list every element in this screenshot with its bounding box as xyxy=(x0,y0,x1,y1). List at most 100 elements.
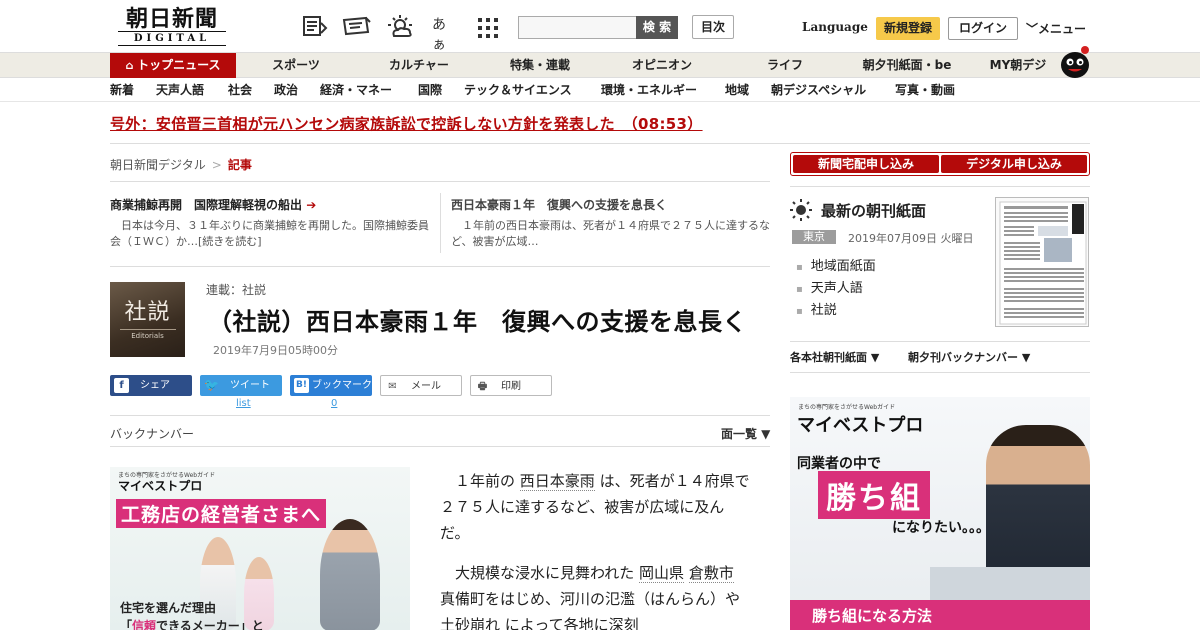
related-article-1[interactable]: 商業捕鯨再開 国際理解軽視の船出 ➔ 日本は今月、３１年ぶりに商業捕鯨を再開した… xyxy=(110,196,430,250)
toc-button[interactable]: 目次 xyxy=(692,15,734,39)
thumb-en: Editorials xyxy=(119,329,176,340)
ad-person-image xyxy=(320,519,380,630)
mail-icon: ✉ xyxy=(388,381,397,392)
news-list-icon[interactable] xyxy=(302,14,328,38)
twitter-share-button[interactable]: 🐦 ツイート xyxy=(200,375,282,396)
term-link[interactable]: 西日本豪雨 xyxy=(519,472,595,491)
subnav-photo-video[interactable]: 写真・動画 xyxy=(895,78,955,102)
breadcrumb-current: 記事 xyxy=(227,158,252,172)
sub-nav: 新着 天声人語 社会 政治 経済・マネー 国際 テック＆サイエンス 環境・エネル… xyxy=(0,78,1200,102)
print-button[interactable]: 🖶 印刷 xyxy=(470,375,552,396)
hatena-count[interactable]: 0 xyxy=(331,398,337,409)
nav-my-asadigi[interactable]: MY朝デジ xyxy=(978,53,1058,79)
paper-link-editorial[interactable]: ▪ 社説 xyxy=(796,299,837,318)
divider xyxy=(110,181,770,182)
divider xyxy=(110,266,770,267)
subnav-environment[interactable]: 環境・エネルギー xyxy=(601,78,697,102)
share-label: ブックマーク xyxy=(312,380,372,391)
breaking-news-link[interactable]: 号外：安倍晋三首相が元ハンセン病家族訴訟で控訴しない方針を発表した （08:53… xyxy=(110,113,703,134)
ad-text-line: になりたい。。。 xyxy=(892,520,990,536)
site-logo[interactable]: 朝日新聞 DIGITAL xyxy=(118,8,226,46)
main-nav: ⌂ トップニュース スポーツ カルチャー 特集・連載 オピニオン ライフ 朝夕刊… xyxy=(0,52,1200,79)
ad-desk-image xyxy=(930,567,1090,600)
series-label[interactable]: 連載：社説 xyxy=(206,281,266,298)
latest-paper-title[interactable]: 最新の朝刊紙面 xyxy=(821,200,926,221)
digital-subscribe-button[interactable]: デジタル申し込み xyxy=(941,155,1087,173)
subnav-region[interactable]: 地域 xyxy=(725,78,749,102)
paper-link-tenseijingo[interactable]: ▪ 天声人語 xyxy=(796,277,863,296)
print-icon: 🖶 xyxy=(477,381,488,392)
nav-top-news[interactable]: ⌂ トップニュース xyxy=(110,53,236,79)
nav-paper-be[interactable]: 朝夕刊紙面・be xyxy=(848,53,966,79)
hatena-bookmark-button[interactable]: B! ブックマーク xyxy=(290,375,372,396)
term-link[interactable]: 岡山県 xyxy=(639,564,685,583)
login-button[interactable]: ログイン xyxy=(948,17,1018,40)
subnav-new[interactable]: 新着 xyxy=(110,78,134,102)
divider xyxy=(110,143,1090,144)
backnumber-link[interactable]: バックナンバー xyxy=(110,425,194,442)
mail-button[interactable]: ✉ メール xyxy=(380,375,462,396)
register-button[interactable]: 新規登録 xyxy=(876,17,940,40)
grid-menu-icon[interactable] xyxy=(477,16,499,40)
chevron-down-icon: ﹀ xyxy=(1026,22,1039,36)
share-label: シェア xyxy=(140,380,170,391)
breadcrumb: 朝日新聞デジタル > 記事 xyxy=(110,156,252,173)
font-size-icon[interactable]: あぁ xyxy=(432,14,458,53)
subnav-special[interactable]: 朝デジスペシャル xyxy=(771,78,866,102)
caret-down-icon: ▼ xyxy=(1021,351,1031,364)
nav-opinion[interactable]: オピニオン xyxy=(612,53,712,79)
sun-icon xyxy=(790,199,812,221)
search-input[interactable] xyxy=(518,16,637,39)
divider xyxy=(110,446,770,447)
nav-life[interactable]: ライフ xyxy=(735,53,835,79)
location-badge: 東京 xyxy=(792,230,836,244)
subnav-society[interactable]: 社会 xyxy=(228,78,252,102)
subnav-politics[interactable]: 政治 xyxy=(274,78,298,102)
advertisement-left[interactable]: まちの専門家をさがせるWebガイド マイベストプロ 工務店の経営者さまへ 住宅を… xyxy=(110,467,410,630)
delivery-subscribe-button[interactable]: 新聞宅配申し込み xyxy=(793,155,939,173)
menu-label: メニュー xyxy=(1038,22,1087,36)
facebook-share-button[interactable]: f シェア xyxy=(110,375,192,396)
search-button[interactable]: 検 索 xyxy=(636,16,678,39)
term-link[interactable]: 倉敷市 xyxy=(688,564,734,583)
ad-headline: 工務店の経営者さまへ xyxy=(116,499,327,528)
menu-button[interactable]: ﹀メニュー xyxy=(1026,20,1086,37)
subnav-international[interactable]: 国際 xyxy=(418,78,442,102)
editorial-thumbnail: 社説 Editorials xyxy=(110,282,185,357)
arrow-right-icon: ➔ xyxy=(306,198,317,212)
newspaper-thumbnail[interactable] xyxy=(995,197,1089,327)
paper-link-regional[interactable]: ▪ 地域面紙面 xyxy=(796,255,876,274)
subnav-economy[interactable]: 経済・マネー xyxy=(320,78,392,102)
ad-text-line: 同業者の中で xyxy=(797,456,881,472)
article-date: 2019年7月9日05時00分 xyxy=(213,344,338,357)
share-label: 印刷 xyxy=(501,381,521,392)
newspaper-icon[interactable] xyxy=(342,14,372,38)
backnumber-dropdown[interactable]: 朝夕刊バックナンバー ▼ xyxy=(908,349,1030,365)
page-list-dropdown[interactable]: 面一覧 ▼ xyxy=(721,425,770,442)
mascot-icon[interactable] xyxy=(1058,44,1092,78)
subnav-tech-science[interactable]: テック＆サイエンス xyxy=(464,78,572,102)
breadcrumb-home[interactable]: 朝日新聞デジタル xyxy=(110,158,206,172)
related-title: 西日本豪雨１年 復興への支援を息長く xyxy=(451,198,668,212)
ad-text-line: 「信頼できるメーカー」と xyxy=(120,619,264,630)
nav-features[interactable]: 特集・連載 xyxy=(490,53,590,79)
weather-icon[interactable] xyxy=(386,14,416,38)
nav-sports[interactable]: スポーツ xyxy=(246,53,346,79)
branch-paper-dropdown[interactable]: 各本社朝刊紙面 ▼ xyxy=(790,349,879,365)
body-paragraph: 大規模な浸水に見舞われた 岡山県 倉敷市 真備町をはじめ、河川の氾濫（はんらん）… xyxy=(440,560,750,630)
article-headline: （社説）西日本豪雨１年 復興への支援を息長く xyxy=(208,307,747,336)
subnav-tenseijingo[interactable]: 天声人語 xyxy=(156,78,204,102)
language-link[interactable]: Language xyxy=(802,20,868,34)
site-header: 朝日新聞 DIGITAL あぁ 検 索 目次 Language 新規登録 ログイ… xyxy=(0,0,1200,53)
advertisement-right[interactable]: まちの専門家をさがせるWebガイド マイベストプロ 同業者の中で 勝ち組 になり… xyxy=(790,397,1090,630)
body-paragraph: １年前の 西日本豪雨 は、死者が１４府県で２７５人に達するなど、被害が広域に及ん… xyxy=(440,472,750,542)
hatena-icon: B! xyxy=(294,378,309,393)
related-article-2[interactable]: 西日本豪雨１年 復興への支援を息長く １年前の西日本豪雨は、死者が１４府県で２７… xyxy=(451,196,771,250)
twitter-list-link[interactable]: list xyxy=(236,398,251,409)
article-body: １年前の 西日本豪雨 は、死者が１４府県で２７５人に達するなど、被害が広域に及ん… xyxy=(440,468,750,630)
term-link[interactable]: 土砂崩れ xyxy=(440,616,501,630)
home-icon: ⌂ xyxy=(125,59,138,72)
subscription-buttons: 新聞宅配申し込み デジタル申し込み xyxy=(790,152,1090,176)
nav-culture[interactable]: カルチャー xyxy=(369,53,469,79)
divider xyxy=(790,372,1090,373)
